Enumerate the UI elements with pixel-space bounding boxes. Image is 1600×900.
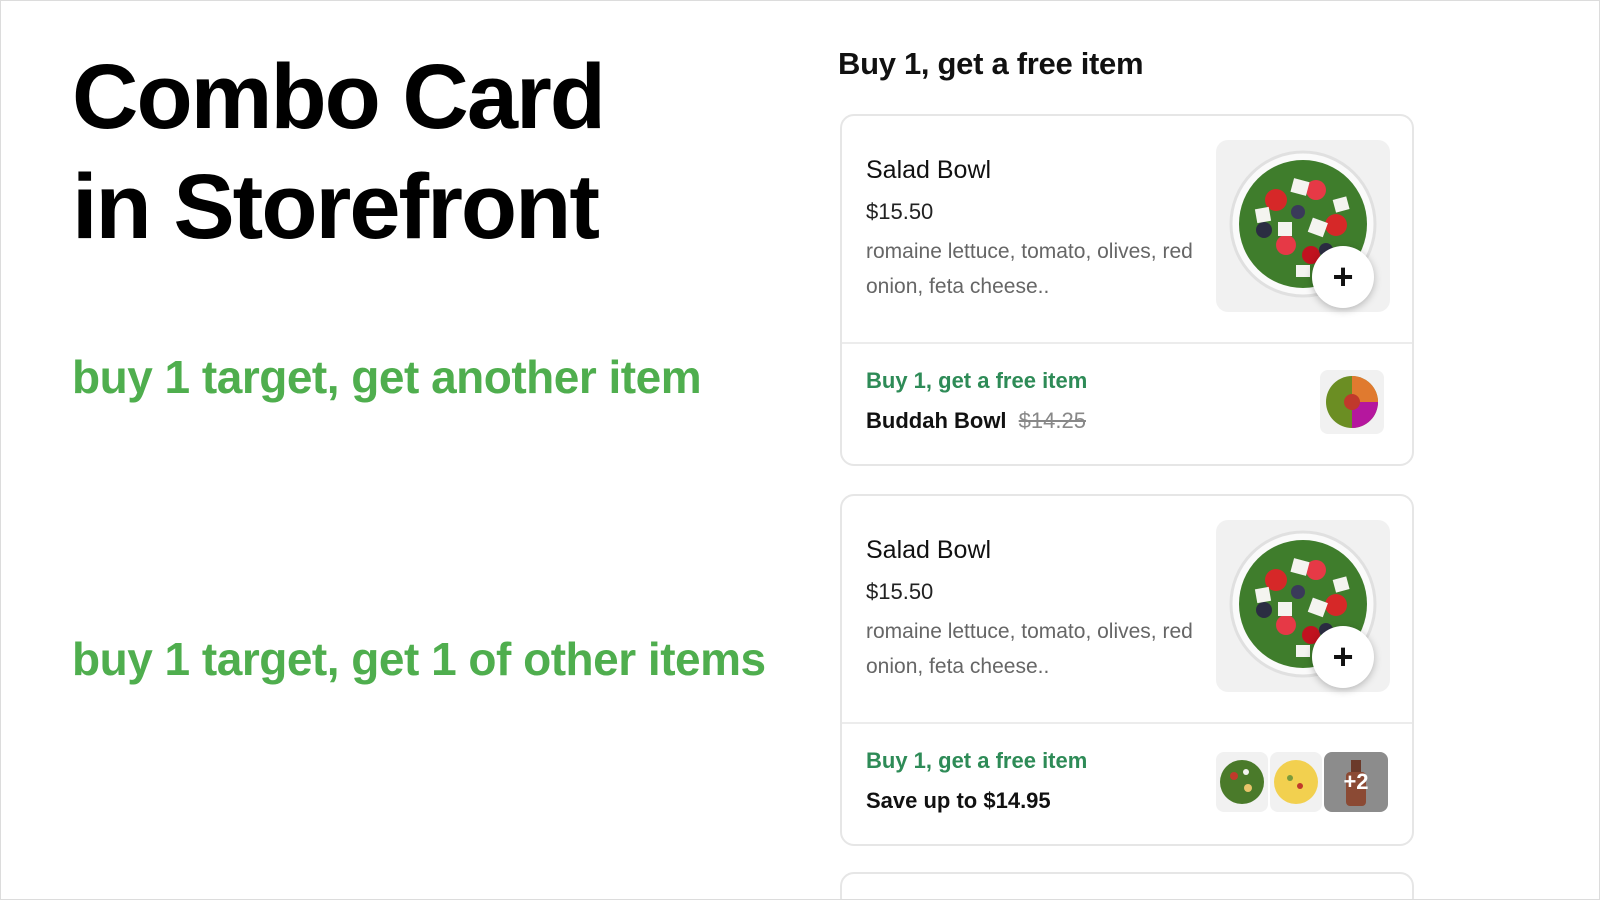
- section-heading: Buy 1, get a free item: [838, 46, 1144, 81]
- buddah-bowl-icon: [1326, 376, 1378, 428]
- promo-row[interactable]: Buy 1, get a free item Save up to $14.95: [842, 724, 1412, 844]
- promo-savings: Save up to $14.95: [866, 788, 1051, 813]
- slide-title: Combo Card in Storefront: [72, 42, 606, 262]
- annotation-multi-item: buy 1 target, get 1 of other items: [72, 633, 766, 685]
- add-to-cart-button[interactable]: +: [1312, 626, 1374, 688]
- promo-item: Buddah Bowl $14.25: [866, 408, 1086, 434]
- item-description: romaine lettuce, tomato, olives, red oni…: [866, 240, 1193, 298]
- promo-row[interactable]: Buy 1, get a free item Buddah Bowl $14.2…: [842, 344, 1412, 464]
- slide: Combo Card in Storefront buy 1 target, g…: [0, 0, 1600, 900]
- add-to-cart-button[interactable]: +: [1312, 246, 1374, 308]
- promo-label: Buy 1, get a free item: [866, 748, 1088, 773]
- annotation-single-item: buy 1 target, get another item: [72, 351, 702, 403]
- buddah-bowl-thumbnail: [1320, 370, 1384, 434]
- yellow-soup-thumbnail: [1270, 752, 1322, 812]
- promo-original-price: $14.25: [1018, 408, 1086, 433]
- promo-label: Buy 1, get a free item: [866, 368, 1088, 393]
- item-description: romaine lettuce, tomato, olives, red oni…: [866, 620, 1193, 678]
- title-line-2: in Storefront: [72, 156, 600, 258]
- combo-card-multi[interactable]: Salad Bowl $15.50 romaine lettuce, tomat…: [840, 494, 1414, 846]
- title-line-1: Combo Card: [72, 46, 606, 148]
- next-card-peek: [840, 872, 1414, 900]
- item-name: Salad Bowl: [866, 156, 992, 184]
- green-bowl-thumbnail: [1216, 752, 1268, 812]
- green-bowl-icon: [1220, 760, 1264, 804]
- more-items-count: +2: [1343, 769, 1369, 794]
- item-price: $15.50: [866, 199, 934, 224]
- yellow-soup-icon: [1274, 760, 1318, 804]
- combo-card-single[interactable]: Salad Bowl $15.50 romaine lettuce, tomat…: [840, 114, 1414, 466]
- item-name: Salad Bowl: [866, 536, 992, 564]
- item-row[interactable]: Salad Bowl $15.50 romaine lettuce, tomat…: [842, 116, 1412, 344]
- item-price: $15.50: [866, 579, 934, 604]
- item-row[interactable]: Salad Bowl $15.50 romaine lettuce, tomat…: [842, 496, 1412, 724]
- promo-item-name: Buddah Bowl: [866, 408, 1007, 433]
- more-items-thumbnail[interactable]: +2: [1324, 752, 1388, 812]
